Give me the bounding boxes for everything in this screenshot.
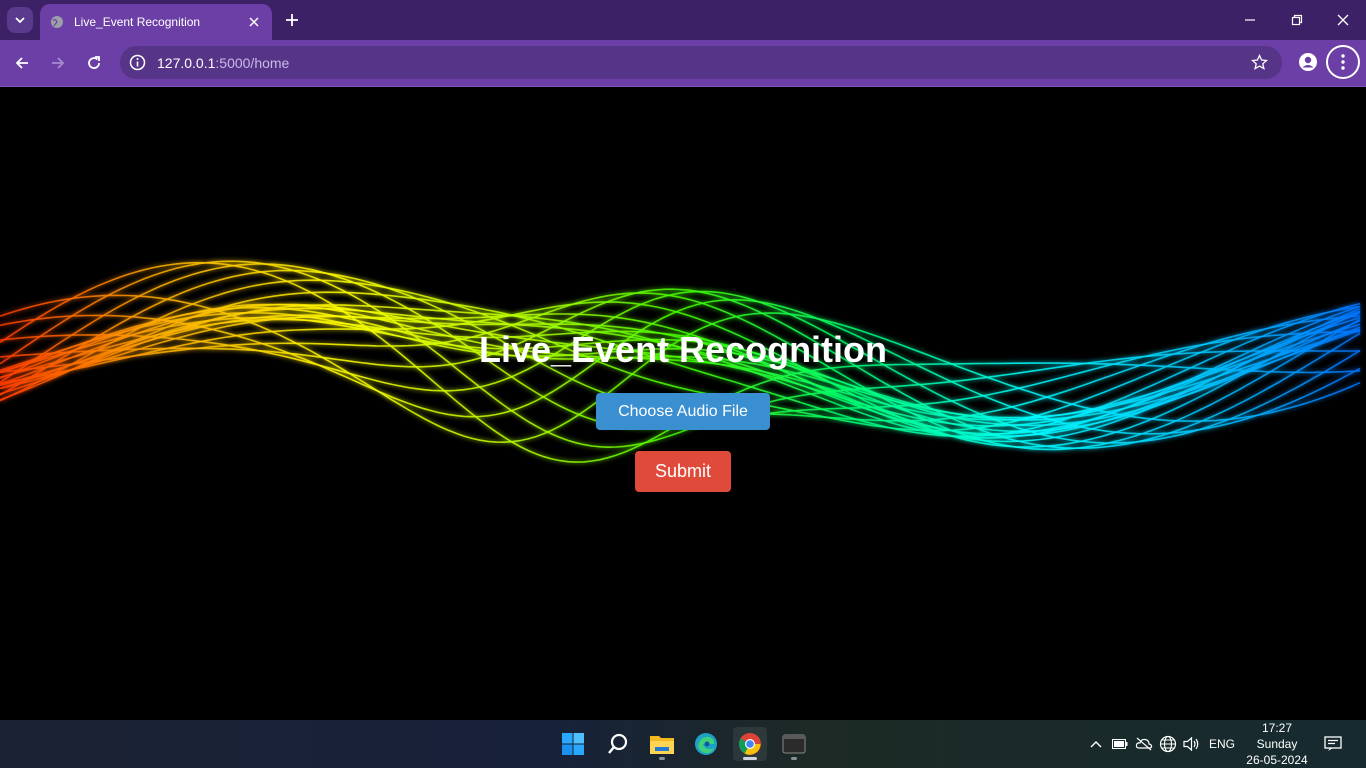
- bookmark-star-icon[interactable]: [1251, 54, 1268, 71]
- minimize-icon: [1245, 19, 1255, 21]
- terminal-icon: [782, 734, 806, 754]
- browser-tab[interactable]: Live_Event Recognition: [40, 4, 272, 40]
- close-icon: [1337, 14, 1349, 26]
- show-hidden-icons-button[interactable]: [1086, 734, 1106, 754]
- edge-button[interactable]: [689, 727, 723, 761]
- tab-title: Live_Event Recognition: [74, 15, 201, 29]
- notification-center-button[interactable]: [1323, 734, 1343, 754]
- chevron-down-icon: [15, 17, 25, 24]
- start-button[interactable]: [556, 727, 590, 761]
- profile-button[interactable]: [1296, 50, 1320, 74]
- browser-menu-button[interactable]: [1326, 45, 1360, 79]
- speaker-icon: [1183, 736, 1199, 752]
- tab-search-button[interactable]: [7, 7, 33, 33]
- battery-icon: [1112, 739, 1128, 749]
- file-explorer-button[interactable]: [645, 727, 679, 761]
- language-indicator[interactable]: ENG: [1206, 737, 1238, 751]
- choose-audio-file-button[interactable]: Choose Audio File: [596, 393, 770, 430]
- url-path: :5000/home: [215, 55, 290, 71]
- chrome-button[interactable]: [733, 727, 767, 761]
- back-button[interactable]: [9, 50, 35, 76]
- restore-button[interactable]: [1285, 8, 1309, 32]
- forward-button[interactable]: [45, 50, 71, 76]
- folder-icon: [650, 736, 674, 754]
- reload-button[interactable]: [81, 50, 107, 76]
- chevron-up-icon: [1090, 741, 1102, 748]
- arrow-left-icon: [15, 57, 28, 69]
- restore-icon: [1291, 14, 1303, 26]
- reload-icon: [88, 56, 100, 69]
- onedrive-status[interactable]: [1134, 734, 1154, 754]
- taskbar-search-button[interactable]: [601, 727, 635, 761]
- web-page: Live_Event Recognition Choose Audio File…: [0, 87, 1366, 720]
- terminal-button[interactable]: [777, 727, 811, 761]
- plus-icon: [286, 14, 298, 26]
- running-indicator: [791, 757, 797, 760]
- edge-icon: [695, 733, 717, 755]
- more-vertical-icon: [1341, 54, 1345, 70]
- clock-day[interactable]: Sunday: [1240, 737, 1314, 751]
- browser-chrome: Live_Event Recognition 127.0.0.1:5000/ho…: [0, 0, 1366, 87]
- minimize-button[interactable]: [1238, 8, 1262, 32]
- tab-strip: Live_Event Recognition: [0, 0, 1366, 40]
- browser-toolbar: 127.0.0.1:5000/home: [0, 40, 1366, 87]
- clock-date[interactable]: 26-05-2024: [1240, 753, 1314, 767]
- volume-control[interactable]: [1182, 734, 1202, 754]
- new-tab-button[interactable]: [282, 10, 302, 30]
- notification-icon: [1324, 736, 1342, 751]
- close-window-button[interactable]: [1331, 8, 1355, 32]
- site-info-icon[interactable]: [129, 54, 146, 71]
- url-text[interactable]: 127.0.0.1:5000/home: [157, 55, 289, 71]
- profile-icon: [1299, 53, 1317, 71]
- cloud-off-icon: [1135, 737, 1153, 751]
- network-status[interactable]: [1158, 734, 1178, 754]
- submit-button[interactable]: Submit: [635, 451, 731, 492]
- running-indicator: [659, 757, 665, 760]
- battery-status[interactable]: [1110, 734, 1130, 754]
- clock-time[interactable]: 17:27: [1240, 721, 1314, 735]
- address-bar[interactable]: 127.0.0.1:5000/home: [120, 46, 1282, 79]
- globe-network-icon: [1159, 735, 1177, 753]
- windows-start-icon: [562, 733, 584, 755]
- chrome-icon: [739, 733, 761, 755]
- globe-icon: [51, 16, 63, 28]
- windows-taskbar: ENG 17:27 Sunday 26-05-2024: [0, 720, 1366, 768]
- url-host: 127.0.0.1: [157, 55, 216, 71]
- page-title: Live_Event Recognition: [478, 329, 888, 370]
- search-icon: [608, 733, 628, 754]
- arrow-right-icon: [52, 57, 65, 69]
- tab-close-icon[interactable]: [246, 14, 262, 30]
- active-indicator: [743, 757, 757, 760]
